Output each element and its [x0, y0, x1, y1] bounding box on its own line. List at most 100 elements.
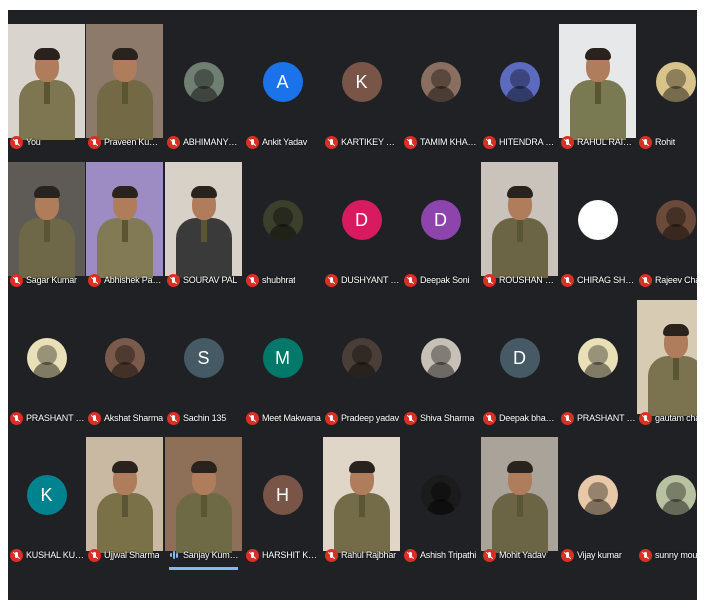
participant-tile[interactable]: ROUSHAN KUMAR [481, 162, 558, 299]
mic-muted-icon [10, 273, 23, 287]
video-feed [86, 24, 163, 140]
participant-tile[interactable]: CHIRAG SHARMA [559, 162, 636, 299]
participant-tile[interactable]: D Deepak bhanker [481, 300, 558, 437]
mic-muted-icon [561, 411, 574, 425]
profile-photo [655, 475, 696, 515]
participant-name: Sanjay Kumar Sh... [183, 550, 242, 560]
participant-name: Deepak Soni [420, 275, 470, 285]
participant-name: Ashish Tripathi [420, 550, 477, 560]
profile-photo [420, 338, 461, 378]
participant-tile[interactable]: Rajeev Chauhan [637, 162, 697, 299]
participant-tile[interactable]: Rohit [637, 24, 697, 161]
profile-photo [341, 338, 382, 378]
nameplate: PRASHANT SINGH [559, 409, 636, 427]
mic-muted-icon [10, 411, 23, 425]
participant-tile[interactable]: PRASHANT SINGH [559, 300, 636, 437]
mic-muted-icon [246, 548, 259, 562]
participant-name: SOURAV PAL [183, 275, 238, 285]
nameplate: You [8, 133, 85, 151]
participant-tile[interactable]: K KARTIKEY PARAS... [323, 24, 400, 161]
mic-muted-icon [88, 273, 101, 287]
video-feed [165, 162, 242, 278]
participant-name: KUSHAL KUMAR ... [26, 550, 85, 560]
participant-name: sunny mourya [655, 550, 697, 560]
participant-tile[interactable]: D DUSHYANT LOT [323, 162, 400, 299]
nameplate: CHIRAG SHARMA [559, 271, 636, 289]
participant-tile[interactable]: Abhishek Pachauri [86, 162, 163, 299]
participant-tile[interactable]: Sagar Kumar [8, 162, 85, 299]
initial-avatar: S [183, 338, 224, 378]
participant-name: Sachin 135 [183, 413, 227, 423]
nameplate: Meet Makwana [244, 409, 321, 427]
mic-muted-icon [483, 273, 496, 287]
participant-tile[interactable]: Ujjwal Sharma [86, 437, 163, 574]
mic-muted-icon [88, 411, 101, 425]
nameplate: TAMIM KHAN07 [402, 133, 479, 151]
participant-tile[interactable]: Shiva Sharma [402, 300, 479, 437]
nameplate: Rajeev Chauhan [637, 271, 697, 289]
profile-photo [262, 200, 303, 240]
participant-name: Praveen Kumar [104, 137, 163, 147]
participant-tile[interactable]: Mohit Yadav [481, 437, 558, 574]
participant-tile[interactable]: TAMIM KHAN07 [402, 24, 479, 161]
participant-tile[interactable]: K KUSHAL KUMAR ... [8, 437, 85, 574]
participant-tile[interactable]: Praveen Kumar [86, 24, 163, 161]
participant-tile[interactable]: Sanjay Kumar Sh... [165, 437, 242, 574]
participant-tile[interactable]: Rahul Rajbhar [323, 437, 400, 574]
participant-name: ABHIMANYU SIN... [183, 137, 242, 147]
participant-name: ROUSHAN KUMAR [499, 275, 558, 285]
profile-photo [655, 200, 696, 240]
participant-tile[interactable]: Ashish Tripathi [402, 437, 479, 574]
mic-muted-icon [561, 273, 574, 287]
participant-tile[interactable]: A Ankit Yadav [244, 24, 321, 161]
person-silhouette [491, 455, 548, 553]
nameplate: Vijay kumar [559, 546, 636, 564]
participant-name: Akshat Sharma [104, 413, 163, 423]
participant-tile[interactable]: gautam chandra [637, 300, 697, 437]
nameplate: Rahul Rajbhar [323, 546, 400, 564]
initial-avatar: K [26, 475, 67, 515]
participant-name: Abhishek Pachauri [104, 275, 163, 285]
video-feed [8, 162, 85, 278]
mic-muted-icon [10, 548, 23, 562]
mic-muted-icon [88, 548, 101, 562]
participant-tile[interactable]: SOURAV PAL [165, 162, 242, 299]
participant-tile[interactable]: D Deepak Soni [402, 162, 479, 299]
participant-name: Deepak bhanker [499, 413, 558, 423]
participant-tile[interactable]: S Sachin 135 [165, 300, 242, 437]
video-feed [481, 162, 558, 278]
nameplate: Abhishek Pachauri [86, 271, 163, 289]
participant-tile[interactable]: HITENDRA KUMAR [481, 24, 558, 161]
participant-tile[interactable]: sunny mourya [637, 437, 697, 574]
profile-photo [26, 338, 67, 378]
participant-tile[interactable]: ABHIMANYU SIN... [165, 24, 242, 161]
participant-tile[interactable]: M Meet Makwana [244, 300, 321, 437]
participant-name: PRASHANT SINGH [26, 413, 85, 423]
participant-tile[interactable]: H HARSHIT KUMAR... [244, 437, 321, 574]
participant-tile[interactable]: PRASHANT SINGH [8, 300, 85, 437]
participant-tile[interactable]: You [8, 24, 85, 161]
nameplate: KUSHAL KUMAR ... [8, 546, 85, 564]
participant-name: Vijay kumar [577, 550, 622, 560]
participant-tile[interactable]: Vijay kumar [559, 437, 636, 574]
participant-tile[interactable]: RAHUL RAISWAL [559, 24, 636, 161]
nameplate: Praveen Kumar [86, 133, 163, 151]
participant-name: Shiva Sharma [420, 413, 475, 423]
participant-name: Pradeep yadav [341, 413, 399, 423]
profile-photo [655, 62, 696, 102]
participant-tile[interactable]: Akshat Sharma [86, 300, 163, 437]
bottom-strip [8, 596, 697, 600]
initial-avatar: D [499, 338, 540, 378]
nameplate: Deepak bhanker [481, 409, 558, 427]
person-silhouette [96, 42, 153, 140]
person-silhouette [569, 42, 626, 140]
profile-photo [499, 62, 540, 102]
participant-tile[interactable]: shubhrat [244, 162, 321, 299]
person-silhouette [96, 455, 153, 553]
person-silhouette [18, 42, 75, 140]
initial-avatar [577, 200, 618, 240]
nameplate: SOURAV PAL [165, 271, 242, 289]
initial-avatar: D [341, 200, 382, 240]
mic-muted-icon [483, 135, 496, 149]
participant-tile[interactable]: Pradeep yadav [323, 300, 400, 437]
